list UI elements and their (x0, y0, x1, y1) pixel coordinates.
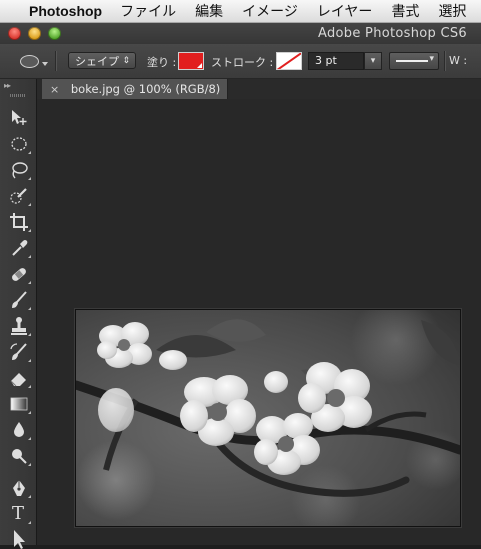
healing-brush-tool[interactable] (8, 263, 31, 285)
stamp-icon (11, 317, 27, 335)
tool-mode-select[interactable]: シェイプ ⇕ (68, 52, 136, 69)
stroke-label: ストローク : (211, 56, 274, 69)
history-brush-icon (10, 343, 27, 360)
divider (444, 51, 445, 71)
chevron-down-icon (42, 62, 48, 66)
elliptical-marquee-icon (11, 137, 27, 151)
gradient-icon (10, 397, 28, 411)
brush-icon (12, 291, 27, 308)
expand-panel-icon[interactable]: ▸▸ (4, 81, 11, 90)
crop-icon (10, 213, 28, 231)
fill-color-swatch[interactable] (178, 52, 204, 70)
move-icon (12, 110, 27, 125)
window-title-bar: Adobe Photoshop CS6 (0, 23, 481, 44)
blur-tool[interactable] (8, 419, 31, 441)
menu-edit[interactable]: 編集 (195, 1, 223, 21)
clone-stamp-tool[interactable] (8, 315, 31, 337)
panel-grip[interactable] (10, 94, 26, 97)
stroke-width-dropdown-button[interactable]: ▾ (364, 52, 382, 70)
quick-selection-tool[interactable] (8, 185, 31, 207)
droplet-icon (14, 422, 24, 437)
menu-bar: Photoshop ファイル 編集 イメージ レイヤー 書式 選択 (0, 0, 481, 23)
lasso-tool[interactable] (8, 159, 31, 181)
type-icon: T (12, 503, 25, 524)
document-canvas[interactable] (75, 309, 461, 527)
pen-tool[interactable] (8, 477, 31, 499)
app-menu-photoshop[interactable]: Photoshop (29, 3, 102, 19)
eraser-icon (10, 373, 26, 387)
quick-selection-icon (10, 188, 27, 204)
swatch-corner-icon (197, 63, 202, 68)
close-tab-icon[interactable]: × (50, 83, 59, 96)
no-color-slash-icon (277, 53, 301, 69)
move-tool[interactable] (8, 107, 30, 129)
eraser-tool[interactable] (8, 367, 31, 389)
marquee-tool[interactable] (8, 133, 31, 155)
menu-file[interactable]: ファイル (120, 1, 176, 21)
gradient-tool[interactable] (8, 393, 31, 415)
history-brush-tool[interactable] (8, 341, 31, 363)
ellipse-shape-icon (20, 55, 39, 68)
menu-type[interactable]: 書式 (391, 1, 419, 21)
stroke-width-input[interactable]: 3 pt (308, 52, 364, 70)
eyedropper-tool[interactable] (8, 237, 31, 259)
stroke-color-swatch[interactable] (276, 52, 302, 70)
menu-image[interactable]: イメージ (242, 1, 298, 21)
stroke-type-select[interactable]: ▾ (389, 52, 439, 70)
pen-icon (13, 480, 25, 496)
brush-tool[interactable] (8, 289, 31, 311)
tools-panel: ▸▸ T (0, 79, 37, 549)
bandage-icon (12, 268, 26, 281)
document-tab[interactable]: × boke.jpg @ 100% (RGB/8) * (42, 79, 228, 117)
updown-caret-icon: ⇕ (122, 56, 130, 66)
window-zoom-button[interactable] (48, 27, 61, 40)
path-selection-tool[interactable] (8, 527, 30, 549)
tool-mode-value: シェイプ (75, 55, 119, 68)
window-close-button[interactable] (8, 27, 21, 40)
options-bar: シェイプ ⇕ 塗り : ストローク : 3 pt ▾ ▾ W : (0, 44, 481, 79)
lasso-icon (12, 162, 28, 179)
window-title: Adobe Photoshop CS6 (318, 26, 467, 41)
dodge-tool[interactable] (8, 445, 31, 467)
menu-select[interactable]: 選択 (438, 1, 466, 21)
path-selection-icon (14, 530, 25, 549)
menu-layer[interactable]: レイヤー (317, 1, 373, 21)
tool-preset-picker[interactable] (6, 52, 48, 70)
fill-label: 塗り : (147, 56, 177, 69)
type-tool[interactable]: T (8, 503, 31, 525)
width-label: W : (449, 54, 468, 67)
divider (55, 51, 56, 71)
dodge-icon (12, 449, 27, 464)
flower-photo (76, 310, 460, 526)
crop-tool[interactable] (8, 211, 31, 233)
eyedropper-icon (12, 240, 28, 256)
solid-line-icon (396, 60, 428, 62)
chevron-down-icon: ▾ (429, 54, 434, 64)
window-minimize-button[interactable] (28, 27, 41, 40)
